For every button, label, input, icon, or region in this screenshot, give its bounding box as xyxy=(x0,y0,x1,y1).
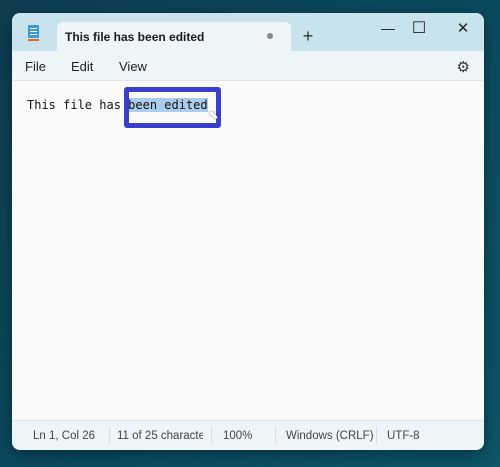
notepad-window: This file has been edited + — ☐ ✕ File E… xyxy=(12,13,484,450)
menu-edit[interactable]: Edit xyxy=(71,59,93,74)
status-position: Ln 1, Col 26 xyxy=(33,430,96,442)
menu-file[interactable]: File xyxy=(25,59,46,74)
divider xyxy=(211,427,212,444)
menu-bar: File Edit View ⚙ xyxy=(12,51,484,81)
text-unselected: This file has xyxy=(27,98,129,112)
status-encoding[interactable]: UTF-8 xyxy=(387,430,420,442)
menu-view[interactable]: View xyxy=(119,59,147,74)
tab-active[interactable]: This file has been edited xyxy=(57,22,291,51)
tab-title: This file has been edited xyxy=(65,30,205,44)
status-zoom[interactable]: 100% xyxy=(223,430,252,442)
divider xyxy=(376,427,377,444)
divider xyxy=(275,427,276,444)
notepad-app-icon xyxy=(28,25,39,41)
settings-gear-icon[interactable]: ⚙ xyxy=(457,58,470,76)
mouse-cursor-icon: ⬉ xyxy=(208,107,219,122)
highlight-box xyxy=(124,87,221,128)
tab-bar: This file has been edited + — ☐ ✕ xyxy=(12,13,484,51)
text-editor[interactable]: This file has been edited ⬉ xyxy=(12,81,484,420)
status-bar: Ln 1, Col 26 11 of 25 characters 100% Wi… xyxy=(12,420,484,450)
maximize-button[interactable]: ☐ xyxy=(399,15,439,41)
divider xyxy=(109,427,110,444)
close-button[interactable]: ✕ xyxy=(443,15,483,41)
status-selection: 11 of 25 characters xyxy=(117,430,203,442)
unsaved-dot-icon[interactable] xyxy=(267,33,273,39)
new-tab-button[interactable]: + xyxy=(296,26,320,47)
status-line-ending[interactable]: Windows (CRLF) xyxy=(286,430,374,442)
